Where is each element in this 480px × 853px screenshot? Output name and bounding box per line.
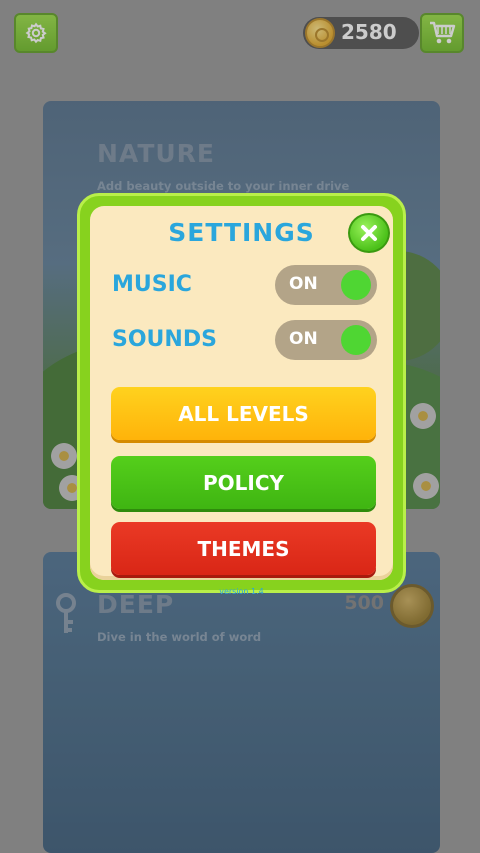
music-toggle[interactable]: ON xyxy=(275,265,377,305)
settings-dialog: SETTINGS MUSIC ON SOUNDS ON ALL LEVELS P… xyxy=(77,193,406,596)
version-text: version 1.4 xyxy=(219,587,264,596)
sounds-toggle[interactable]: ON xyxy=(275,320,377,360)
policy-button[interactable]: POLICY xyxy=(111,456,376,509)
music-toggle-state: ON xyxy=(289,274,318,294)
sounds-toggle-state: ON xyxy=(289,329,318,349)
sounds-label: SOUNDS xyxy=(112,327,217,352)
settings-panel: SETTINGS MUSIC ON SOUNDS ON ALL LEVELS P… xyxy=(90,206,393,580)
toggle-knob xyxy=(341,325,371,355)
close-icon xyxy=(361,225,377,241)
toggle-knob xyxy=(341,270,371,300)
all-levels-button[interactable]: ALL LEVELS xyxy=(111,387,376,440)
music-label: MUSIC xyxy=(112,272,192,297)
themes-button[interactable]: THEMES xyxy=(111,522,376,575)
close-button[interactable] xyxy=(348,213,390,253)
